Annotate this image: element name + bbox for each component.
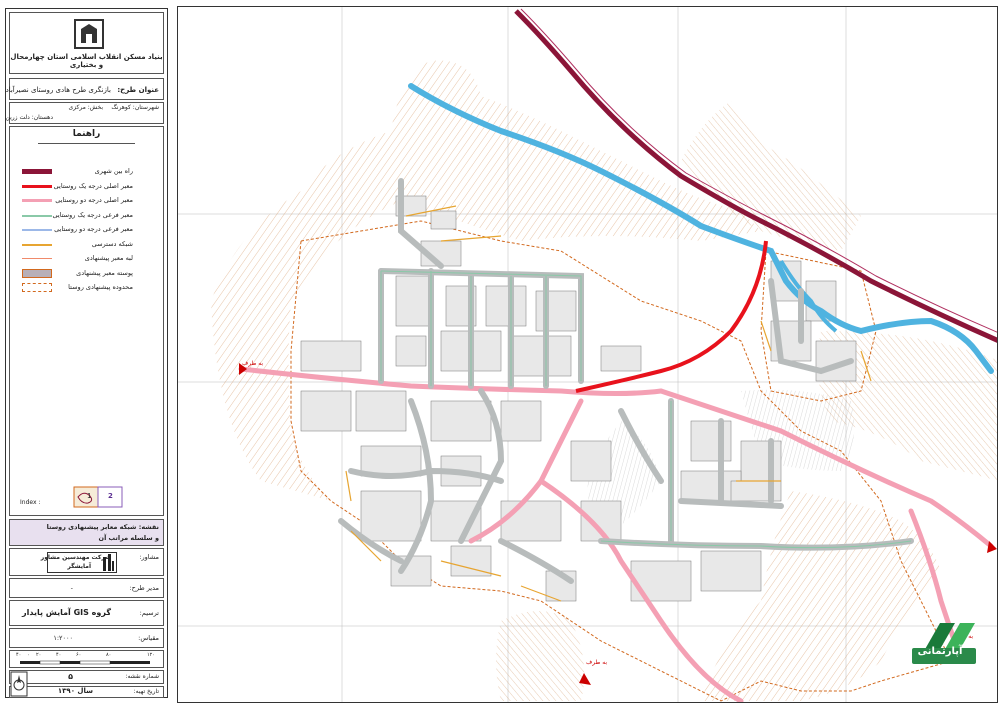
consultant-name-2: آمایشگر xyxy=(67,563,91,570)
date-label: تاریخ تهیه: xyxy=(133,688,159,695)
legend-label: معبر فرعی درجه یک روستایی xyxy=(52,210,133,219)
drafter-label: ترسیم: xyxy=(139,609,159,617)
scale-bar-icon xyxy=(20,660,150,665)
legend-item: معبر اصلی درجه یک روستایی xyxy=(14,182,133,192)
legend-label: پوسته معبر پیشنهادی xyxy=(76,268,133,277)
scale-tick: ۰ xyxy=(27,652,30,658)
scale-tick: ۸۰ xyxy=(106,652,112,658)
legend-item: معبر اصلی درجه دو روستایی xyxy=(14,196,133,206)
scale-tick: ۶۰ xyxy=(76,652,82,658)
dehestan-text: دهستان: دلت زرین xyxy=(5,114,54,121)
legend-swatch-icon xyxy=(22,283,52,292)
direction-label-west: به طرف xyxy=(242,360,264,367)
legend-swatch-icon xyxy=(22,184,52,188)
direction-label-south: به طرف xyxy=(586,659,608,666)
scale-bar: ۱۲۰ ۸۰ ۶۰ ۴۰ ۲۰ ۰ ۴۰ xyxy=(9,650,164,668)
map-name-line2: و سلسله مراتب آن xyxy=(98,534,159,542)
scale-label: مقیاس: xyxy=(138,634,159,642)
project-title: بازنگری طرح هادی روستای نصیرآباد xyxy=(5,86,111,94)
manager-row: مدیر طرح: - xyxy=(9,578,164,598)
legend-swatch-icon xyxy=(22,268,52,278)
watermark-text: آپارتمانی xyxy=(917,646,963,657)
district-text: بخش: مرکزی xyxy=(68,104,103,111)
drafter-value: گروه GIS آمایش پایدار xyxy=(22,608,111,617)
date-row: تاریخ تهیه: سال ۱۳۹۰ xyxy=(9,686,164,698)
consultant-row: مشاور: شرکت مهندسین مشاور آمایشگر xyxy=(9,548,164,576)
index-number-2: 2 xyxy=(108,492,113,500)
legend-label: معبر اصلی درجه یک روستایی xyxy=(53,181,133,190)
scale-row: مقیاس: ۱:۲۰۰۰ xyxy=(9,628,164,648)
organization-logo-icon xyxy=(74,19,104,49)
map-name-row: نقشه: شبکه معابر پیشنهادی روستا و سلسله … xyxy=(9,519,164,546)
legend-label: لبه معبر پیشنهادی xyxy=(84,254,133,262)
date-value: سال ۱۳۹۰ xyxy=(57,687,93,695)
legend-item: معبر فرعی درجه دو روستایی xyxy=(14,225,133,235)
map-canvas[interactable]: به طرف به طرف به طرف xyxy=(177,6,998,703)
sheet-number: ۵ xyxy=(68,672,73,681)
legend-swatch-icon xyxy=(22,214,52,217)
legend-swatch-icon xyxy=(22,169,52,174)
consultant-name: شرکت مهندسین مشاور xyxy=(40,554,111,561)
legend-item: راه بین شهری xyxy=(14,167,133,177)
scale-tick: ۴۰ xyxy=(56,652,62,658)
legend-swatch-icon xyxy=(22,243,52,246)
index-map: Index : 1 2 xyxy=(18,485,128,511)
legend-item: لبه معبر پیشنهادی xyxy=(14,254,133,264)
legend-item: معبر فرعی درجه یک روستایی xyxy=(14,211,133,221)
project-label: عنوان طرح: xyxy=(117,86,159,94)
legend-divider xyxy=(38,143,135,144)
title-block: بنیاد مسکن انقلاب اسلامی استان چهارمحال … xyxy=(5,8,168,698)
legend-item: پوسته معبر پیشنهادی xyxy=(14,268,133,279)
legend-item: شبکه دسترسی xyxy=(14,240,133,250)
manager-value: - xyxy=(70,584,73,592)
scale-tick: ۲۰ xyxy=(36,652,42,658)
organization-name: بنیاد مسکن انقلاب اسلامی استان چهارمحال … xyxy=(10,53,163,69)
legend-item: محدوده پیشنهادی روستا xyxy=(14,283,133,293)
village-road-network-map xyxy=(178,7,997,702)
legend-label: راه بین شهری xyxy=(94,167,133,175)
drafter-row: ترسیم: گروه GIS آمایش پایدار xyxy=(9,600,164,626)
sheet-number-label: شماره نقشه: xyxy=(125,673,159,680)
map-name: نقشه: شبکه معابر پیشنهادی روستا xyxy=(46,523,159,531)
legend-label: محدوده پیشنهادی روستا xyxy=(68,283,133,291)
scale-tick: ۱۲۰ xyxy=(147,652,156,658)
index-label: Index : xyxy=(20,499,41,506)
index-number-1: 1 xyxy=(87,492,92,500)
legend-title: راهنما xyxy=(72,129,101,139)
legend-label: شبکه دسترسی xyxy=(91,239,133,248)
legend-swatch-icon xyxy=(22,229,52,231)
organization-header: بنیاد مسکن انقلاب اسلامی استان چهارمحال … xyxy=(9,12,164,74)
legend-swatch-icon xyxy=(22,199,52,202)
scale-tick: ۴۰ xyxy=(16,652,22,658)
project-title-row: عنوان طرح: بازنگری طرح هادی روستای نصیرآ… xyxy=(5,78,164,100)
sheet-number-row: شماره نقشه: ۵ xyxy=(9,670,164,684)
county-text: شهرستان: کوهرنگ xyxy=(111,104,159,111)
legend-panel: راهنما راه بین شهری معبر اصلی درجه یک روس… xyxy=(9,126,164,516)
legend-label: معبر اصلی درجه دو روستایی xyxy=(55,196,133,204)
legend-swatch-icon xyxy=(22,258,52,259)
north-arrow-icon xyxy=(10,671,28,697)
watermark-logo-icon xyxy=(912,623,976,664)
location-row: شهرستان: کوهرنگ بخش: مرکزی دهستان: دلت ز… xyxy=(5,102,164,124)
scale-value: ۱:۲۰۰۰ xyxy=(53,634,73,642)
consultant-label: مشاور: xyxy=(139,553,159,561)
legend-label: معبر فرعی درجه دو روستایی xyxy=(54,225,133,233)
manager-label: مدیر طرح: xyxy=(129,584,159,592)
